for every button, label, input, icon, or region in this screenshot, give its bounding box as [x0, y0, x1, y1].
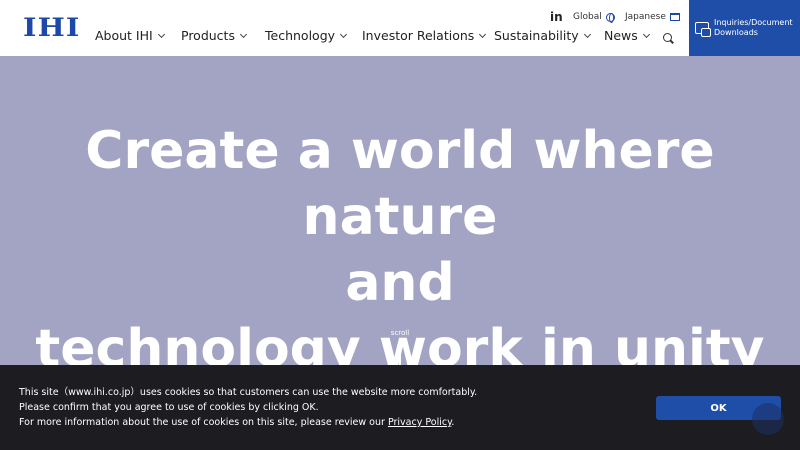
cookie-line3-suffix: . [451, 417, 455, 428]
nav-label: News [604, 28, 638, 43]
chevron-down-icon [583, 30, 591, 38]
floating-action-button[interactable] [752, 403, 784, 435]
chevron-down-icon [339, 30, 348, 38]
nav-label: Products [181, 28, 235, 43]
site-header: IHI in Global Japanese About IHI Product… [0, 0, 800, 56]
external-window-icon [669, 13, 680, 21]
hero-title-line1: Create a world where nature [85, 121, 715, 247]
nav-about-ihi[interactable]: About IHI [95, 28, 165, 43]
globe-icon [605, 12, 615, 23]
inquiry-label-line1: Inquiries/Document [714, 18, 793, 27]
scroll-label: scroll [390, 329, 410, 337]
inquiry-label-line2: Downloads [714, 28, 758, 37]
nav-technology[interactable]: Technology [265, 28, 348, 43]
nav-label: Technology [265, 28, 336, 43]
chevron-down-icon [239, 30, 248, 38]
chevron-down-icon [642, 30, 650, 38]
cookie-line1: This site（www.ihi.co.jp）uses cookies so … [19, 387, 478, 398]
nav-label: Investor Relations [362, 28, 475, 43]
chevron-down-icon [479, 30, 487, 38]
search-icon[interactable] [663, 33, 674, 44]
nav-label: About IHI [95, 28, 153, 43]
cookie-line3-prefix: For more information about the use of co… [19, 417, 388, 428]
global-label: Global [573, 12, 602, 22]
nav-sustainability[interactable]: Sustainability [494, 28, 591, 43]
nav-products[interactable]: Products [181, 28, 248, 43]
linkedin-icon[interactable]: in [550, 10, 563, 24]
inquiry-label: Inquiries/Document Downloads [714, 18, 793, 38]
cookie-line2: Please confirm that you agree to use of … [19, 402, 319, 413]
japanese-label: Japanese [625, 12, 666, 22]
ihi-logo[interactable]: IHI [23, 15, 81, 40]
japanese-link[interactable]: Japanese [625, 10, 680, 24]
nav-news[interactable]: News [604, 28, 650, 43]
cookie-line3: For more information about the use of co… [19, 415, 477, 430]
documents-icon [695, 22, 711, 37]
chevron-down-icon [157, 30, 165, 38]
nav-investor-relations[interactable]: Investor Relations [362, 28, 487, 43]
inquiries-document-downloads-button[interactable]: Inquiries/Document Downloads [689, 0, 800, 56]
cookie-banner: This site（www.ihi.co.jp）uses cookies so … [0, 365, 800, 450]
scroll-indicator [397, 343, 403, 365]
nav-label: Sustainability [494, 28, 579, 43]
cookie-message: This site（www.ihi.co.jp）uses cookies so … [19, 385, 477, 430]
privacy-policy-link[interactable]: Privacy Policy [388, 417, 451, 428]
hero-title-line2: and [345, 253, 455, 313]
global-link[interactable]: Global [573, 10, 615, 24]
